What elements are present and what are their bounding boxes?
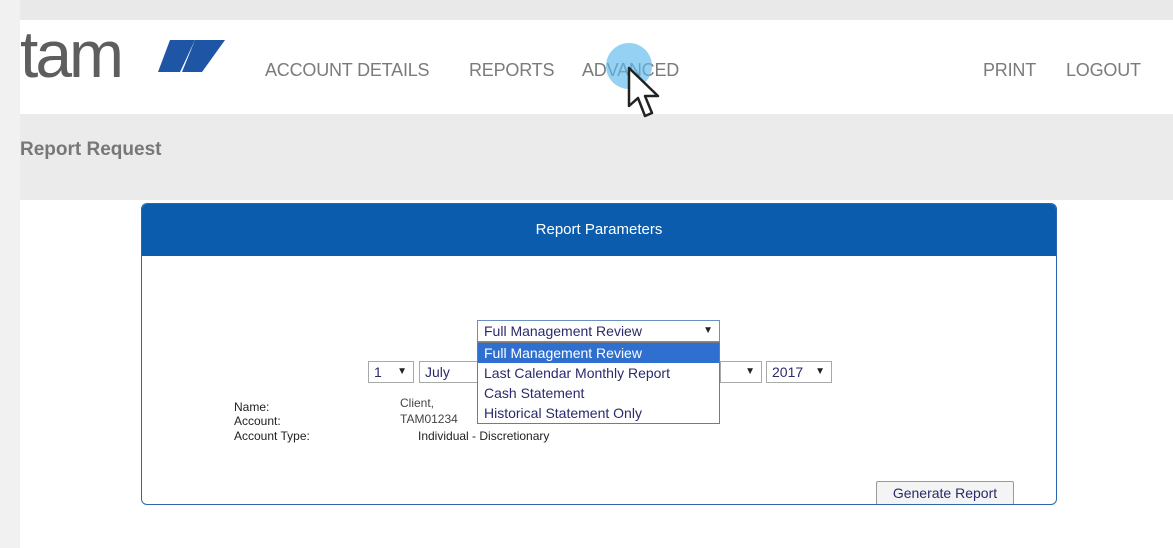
title-band bbox=[20, 114, 1173, 200]
chevron-down-icon: ▼ bbox=[703, 325, 713, 336]
generate-report-button[interactable]: Generate Report bbox=[876, 481, 1014, 504]
month-select-end[interactable]: ▼ bbox=[720, 361, 762, 383]
account-type-label: Account Type: bbox=[234, 429, 310, 443]
nav-print[interactable]: PRINT bbox=[983, 60, 1036, 81]
option-last-calendar-monthly-report[interactable]: Last Calendar Monthly Report bbox=[478, 363, 719, 383]
logo-text: tam bbox=[20, 22, 121, 91]
panel-header: Report Parameters bbox=[142, 204, 1056, 256]
account-label: Account: bbox=[234, 414, 281, 428]
name-value: Client, bbox=[400, 396, 435, 410]
chevron-down-icon: ▼ bbox=[397, 366, 407, 377]
account-type-value: Individual - Discretionary bbox=[418, 429, 550, 443]
left-strip bbox=[0, 0, 20, 548]
name-label: Name: bbox=[234, 400, 270, 414]
pointer-arrow-icon bbox=[627, 66, 660, 118]
month-value: July bbox=[425, 364, 450, 380]
year-select[interactable]: 2017 ▼ bbox=[766, 361, 832, 383]
option-full-management-review[interactable]: Full Management Review bbox=[478, 343, 719, 363]
nav-logout[interactable]: LOGOUT bbox=[1066, 60, 1141, 81]
year-value: 2017 bbox=[772, 364, 804, 380]
top-strip bbox=[0, 0, 1173, 20]
tam-logo[interactable]: tam bbox=[20, 17, 240, 94]
option-historical-statement-only[interactable]: Historical Statement Only bbox=[478, 403, 719, 423]
report-type-options: Full Management Review Last Calendar Mon… bbox=[477, 342, 720, 424]
chevron-down-icon: ▼ bbox=[745, 366, 755, 377]
chevron-down-icon: ▼ bbox=[815, 366, 825, 377]
page-title: Report Request bbox=[20, 139, 162, 160]
report-request-page: tam ACCOUNT DETAILS REPORTS ADVANCED PRI… bbox=[0, 0, 1173, 548]
report-type-selected: Full Management Review bbox=[484, 323, 642, 339]
nav-account-details[interactable]: ACCOUNT DETAILS bbox=[265, 60, 430, 81]
tam-logo-icon: tam bbox=[20, 17, 225, 91]
day-select[interactable]: 1 ▼ bbox=[368, 361, 414, 383]
day-value: 1 bbox=[374, 364, 382, 380]
account-value: TAM01234 bbox=[400, 412, 458, 426]
nav-reports[interactable]: REPORTS bbox=[469, 60, 554, 81]
option-cash-statement[interactable]: Cash Statement bbox=[478, 383, 719, 403]
report-type-select[interactable]: Full Management Review ▼ bbox=[477, 320, 720, 342]
